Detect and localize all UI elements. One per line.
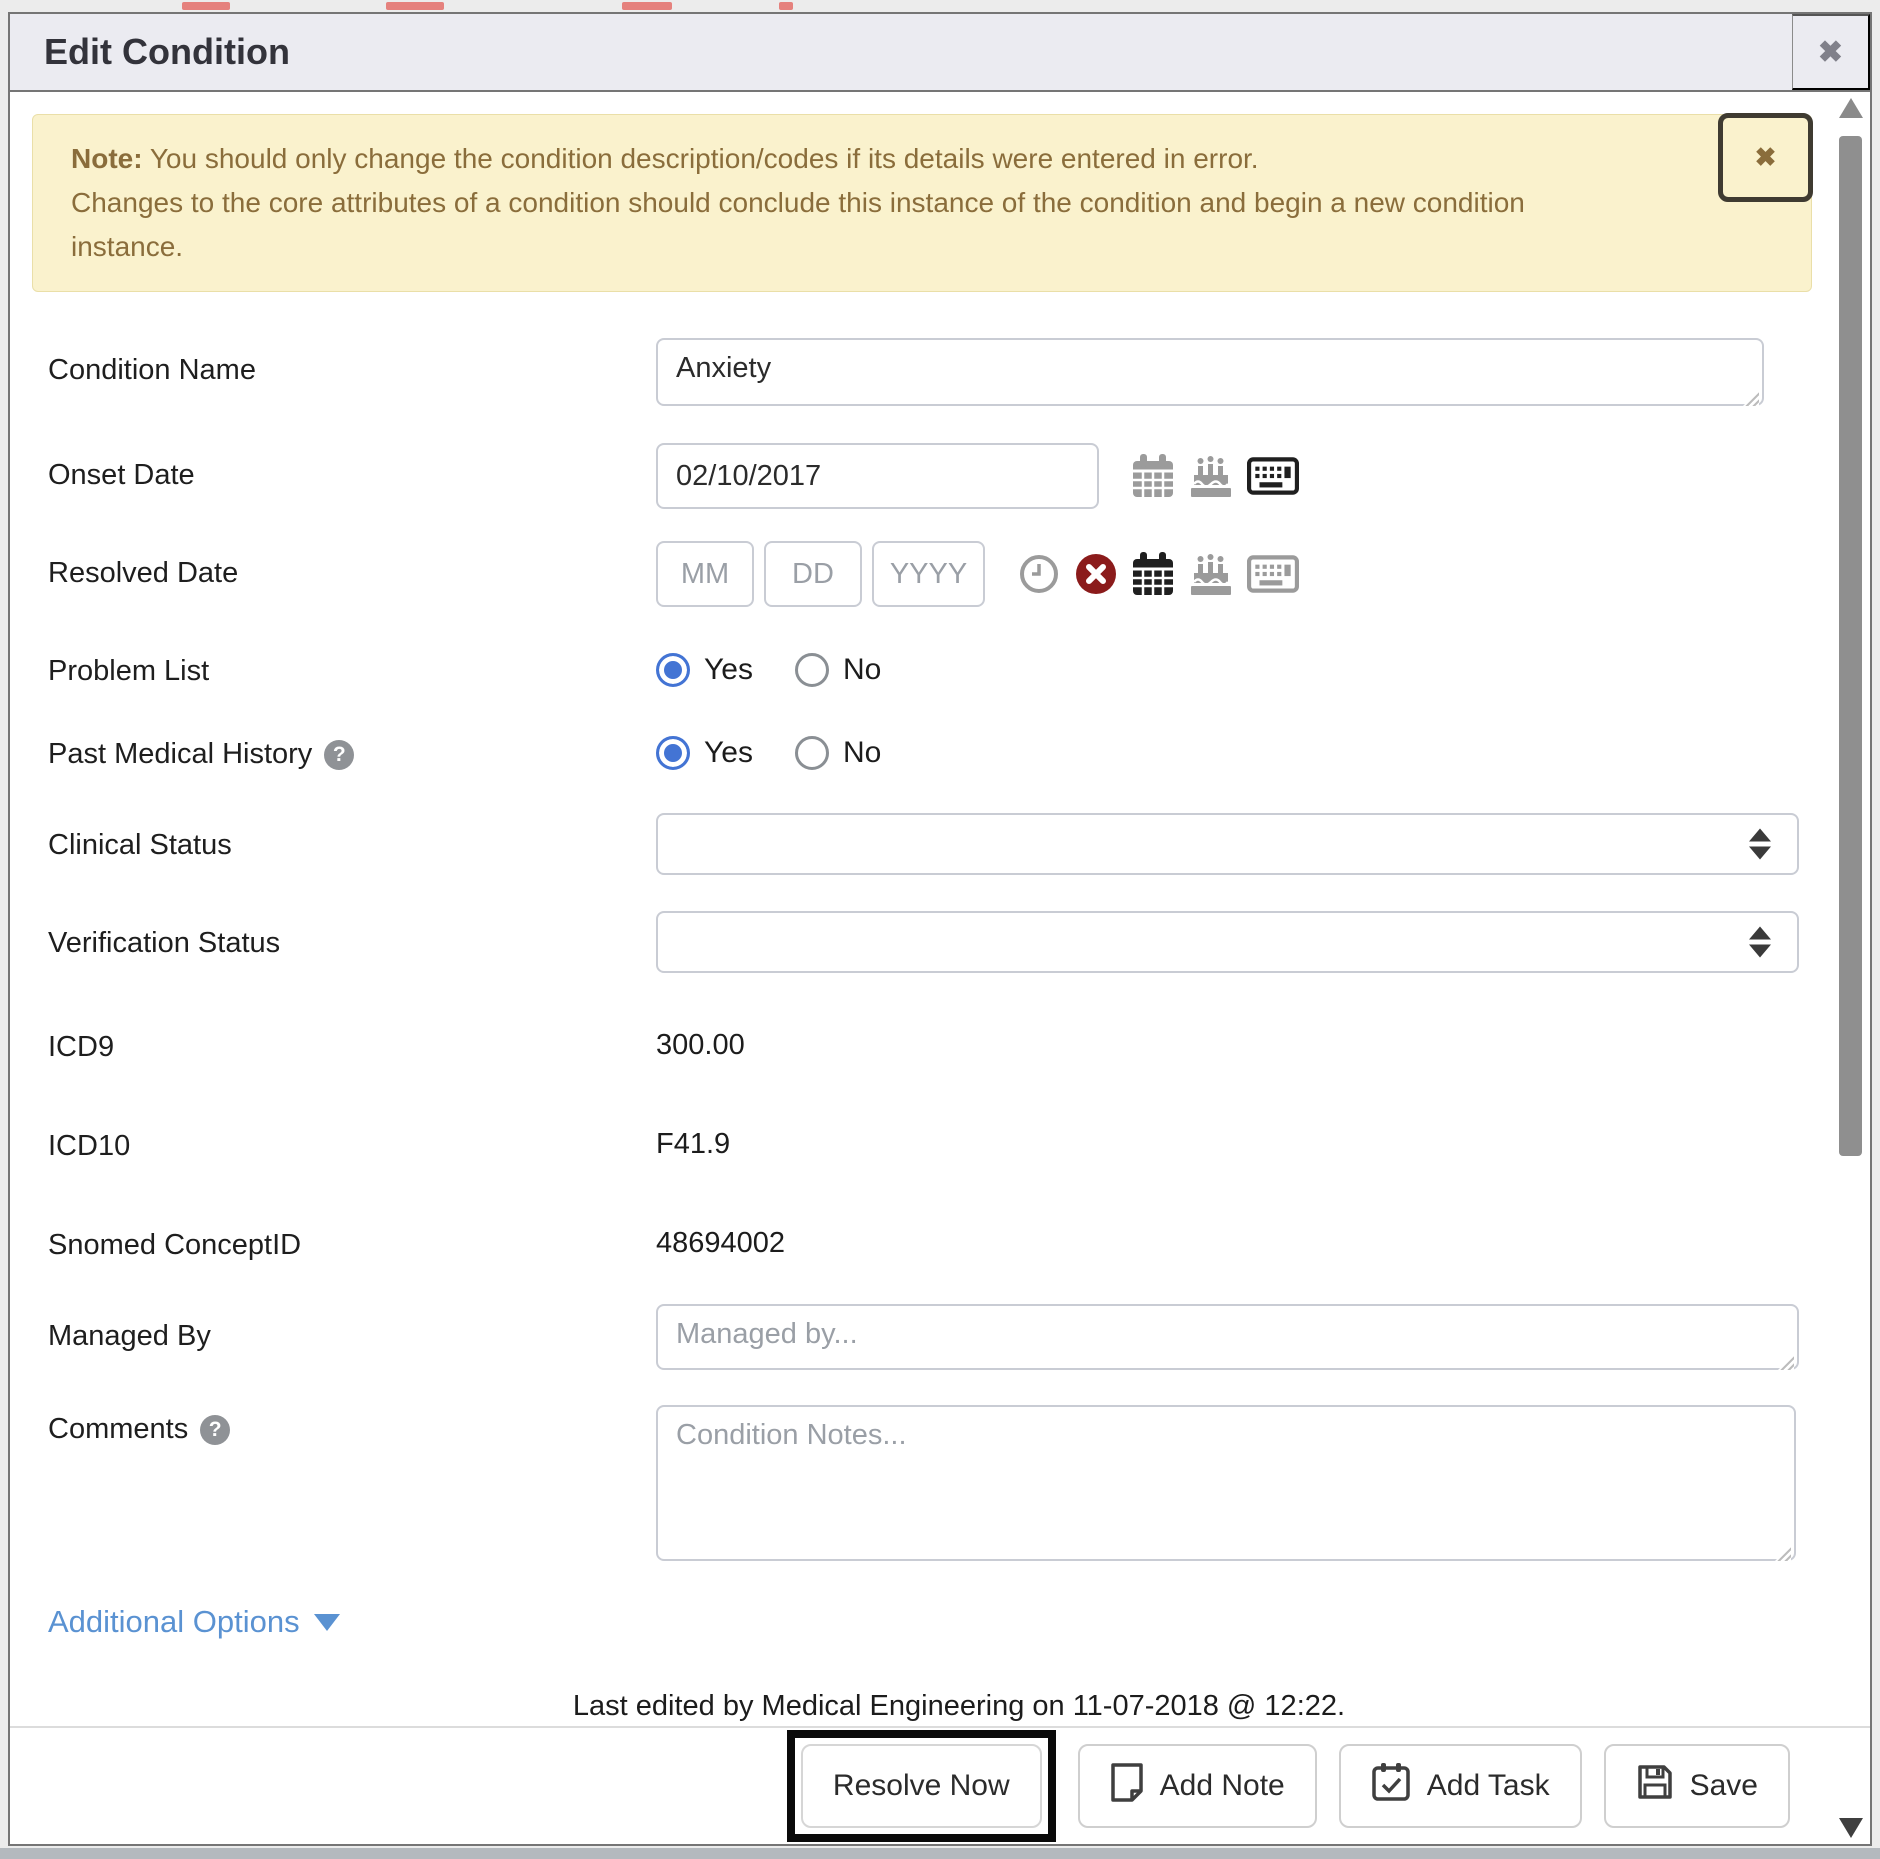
save-floppy-icon: [1636, 1763, 1674, 1809]
note-line1: You should only change the condition des…: [143, 143, 1259, 174]
past-medical-history-no-radio[interactable]: [795, 736, 829, 770]
clear-date-icon[interactable]: [1074, 552, 1118, 596]
resolved-year-input[interactable]: [872, 541, 985, 607]
snomed-conceptid-label: Snomed ConceptID: [48, 1227, 656, 1262]
problem-list-yes-radio[interactable]: [656, 653, 690, 687]
note-icon: [1110, 1762, 1144, 1810]
chevron-down-icon: [314, 1614, 340, 1631]
dialog-footer: Resolve Now Add Note Add Task Save: [10, 1726, 1870, 1844]
save-label: Save: [1690, 1769, 1758, 1803]
additional-options-label: Additional Options: [48, 1604, 300, 1640]
comments-label: Comments ?: [48, 1405, 656, 1446]
birthday-cake-icon[interactable]: [1188, 551, 1234, 597]
background-page-strip: [0, 0, 1880, 12]
verification-status-select[interactable]: [656, 911, 1799, 973]
add-task-button[interactable]: Add Task: [1339, 1744, 1582, 1828]
select-arrows-icon: [1749, 829, 1771, 860]
comments-input[interactable]: [656, 1405, 1796, 1561]
onset-date-label: Onset Date: [48, 443, 656, 492]
background-page-fragment: [182, 2, 230, 10]
past-medical-history-yes-radio[interactable]: [656, 736, 690, 770]
note-line2: Changes to the core attributes of a cond…: [71, 187, 1525, 262]
clinical-status-select[interactable]: [656, 813, 1799, 875]
icd9-value: 300.00: [656, 1029, 745, 1062]
comments-label-text: Comments: [48, 1413, 188, 1446]
edit-condition-dialog: Edit Condition ✖ Note: You should only c…: [8, 12, 1872, 1846]
keyboard-entry-icon[interactable]: [1247, 456, 1299, 496]
add-task-label: Add Task: [1427, 1769, 1550, 1803]
background-page-fragment: [386, 2, 444, 10]
additional-options-link[interactable]: Additional Options: [48, 1604, 340, 1640]
radio-label-no: No: [843, 736, 881, 770]
help-icon[interactable]: ?: [200, 1415, 230, 1445]
last-edited-text: Last edited by Medical Engineering on 11…: [48, 1688, 1870, 1724]
calendar-icon[interactable]: [1131, 551, 1175, 597]
icd9-label: ICD9: [48, 1029, 656, 1064]
resolved-day-input[interactable]: [764, 541, 862, 607]
dialog-body: Note: You should only change the conditi…: [10, 92, 1870, 1726]
dismiss-note-button[interactable]: ✖: [1718, 113, 1813, 202]
note-prefix: Note:: [71, 143, 143, 174]
managed-by-input[interactable]: [656, 1304, 1799, 1370]
clinical-status-label: Clinical Status: [48, 813, 656, 862]
warning-note-banner: Note: You should only change the conditi…: [32, 114, 1812, 292]
icd10-label: ICD10: [48, 1128, 656, 1163]
past-medical-history-label-text: Past Medical History: [48, 738, 312, 771]
dialog-scrollbar[interactable]: [1838, 92, 1864, 1726]
condition-name-input[interactable]: Anxiety: [656, 338, 1764, 406]
problem-list-no-radio[interactable]: [795, 653, 829, 687]
keyboard-entry-icon[interactable]: [1247, 554, 1299, 594]
resolved-date-label: Resolved Date: [48, 541, 656, 590]
background-page-strip: [0, 1848, 1880, 1859]
birthday-cake-icon[interactable]: [1188, 453, 1234, 499]
resolve-now-button[interactable]: Resolve Now: [801, 1744, 1042, 1828]
add-note-label: Add Note: [1160, 1769, 1285, 1803]
task-calendar-icon: [1371, 1761, 1411, 1811]
resolve-now-label: Resolve Now: [833, 1769, 1010, 1803]
close-icon: ✖: [1755, 142, 1777, 173]
past-medical-history-label: Past Medical History ?: [48, 736, 656, 771]
help-icon[interactable]: ?: [324, 740, 354, 770]
verification-status-label: Verification Status: [48, 911, 656, 960]
radio-label-no: No: [843, 653, 881, 687]
clock-icon[interactable]: [1017, 552, 1061, 596]
onset-date-input[interactable]: [656, 443, 1099, 509]
snomed-conceptid-value: 48694002: [656, 1227, 785, 1260]
background-page-fragment: [622, 2, 672, 10]
resolve-now-highlight-frame: Resolve Now: [787, 1730, 1056, 1842]
problem-list-label: Problem List: [48, 653, 656, 688]
resolved-month-input[interactable]: [656, 541, 754, 607]
select-arrows-icon: [1749, 927, 1771, 958]
managed-by-label: Managed By: [48, 1304, 656, 1353]
close-dialog-button[interactable]: ✖: [1792, 14, 1870, 90]
dialog-title: Edit Condition: [10, 31, 1792, 73]
icd10-value: F41.9: [656, 1128, 730, 1161]
condition-form: Condition Name Anxiety Onset Date: [10, 338, 1870, 1726]
add-note-button[interactable]: Add Note: [1078, 1744, 1317, 1828]
scrollbar-up-arrow-icon[interactable]: [1839, 98, 1863, 118]
radio-label-yes: Yes: [704, 736, 753, 770]
condition-name-label: Condition Name: [48, 338, 656, 387]
background-page-fragment: [779, 2, 793, 10]
scrollbar-thumb[interactable]: [1839, 136, 1862, 1156]
dialog-header: Edit Condition ✖: [10, 14, 1870, 92]
radio-label-yes: Yes: [704, 653, 753, 687]
calendar-icon[interactable]: [1131, 453, 1175, 499]
close-icon: ✖: [1818, 35, 1843, 70]
save-button[interactable]: Save: [1604, 1744, 1790, 1828]
